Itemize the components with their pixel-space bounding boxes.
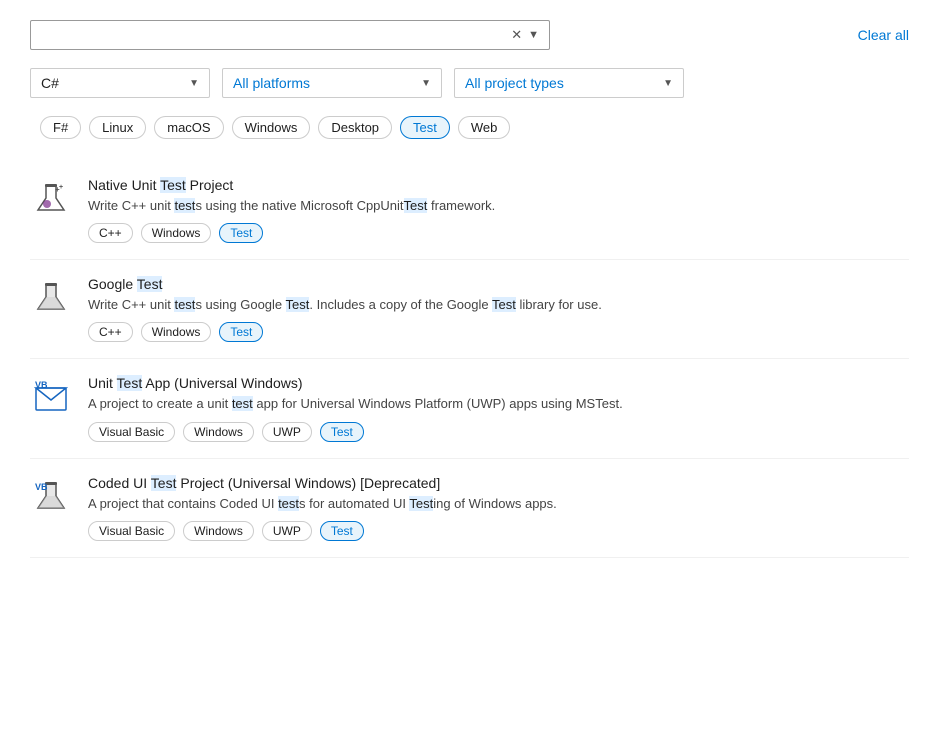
filters-row: C# ▼ All platforms ▼ All project types ▼	[30, 68, 909, 98]
svg-text:VB: VB	[35, 380, 48, 390]
result-desc-google-test: Write C++ unit tests using Google Test. …	[88, 296, 909, 314]
result-item-unit-test-app-uwp[interactable]: VB Unit Test App (Universal Windows) A pr…	[30, 359, 909, 458]
svg-text:+: +	[59, 184, 63, 191]
result-tag-c++[interactable]: C++	[88, 223, 133, 243]
result-title-unit-test-app-uwp: Unit Test App (Universal Windows)	[88, 375, 909, 391]
result-tag-windows[interactable]: Windows	[141, 223, 212, 243]
platforms-filter-arrow: ▼	[421, 78, 431, 89]
result-tag-test[interactable]: Test	[320, 422, 364, 442]
result-tag-windows[interactable]: Windows	[141, 322, 212, 342]
search-input[interactable]: test	[41, 27, 511, 43]
result-content-unit-test-app-uwp: Unit Test App (Universal Windows) A proje…	[88, 375, 909, 441]
result-icon-google-test	[30, 278, 72, 320]
tag-f#[interactable]: F#	[40, 116, 81, 139]
result-tags-native-unit-test: C++ Windows Test	[88, 223, 909, 243]
tag-windows[interactable]: Windows	[232, 116, 311, 139]
language-filter-label: C#	[41, 75, 59, 91]
language-filter-arrow: ▼	[189, 78, 199, 89]
result-tag-visual-basic[interactable]: Visual Basic	[88, 521, 175, 541]
result-icon-unit-test-app-uwp: VB	[30, 377, 72, 419]
result-tag-test[interactable]: Test	[320, 521, 364, 541]
search-box: test ✕ ▼	[30, 20, 550, 50]
svg-text:VB: VB	[35, 482, 48, 492]
project-types-filter[interactable]: All project types ▼	[454, 68, 684, 98]
result-tag-uwp[interactable]: UWP	[262, 422, 312, 442]
result-item-google-test[interactable]: Google Test Write C++ unit tests using Go…	[30, 260, 909, 359]
result-content-coded-ui-test-uwp: Coded UI Test Project (Universal Windows…	[88, 475, 909, 541]
platforms-filter[interactable]: All platforms ▼	[222, 68, 442, 98]
tag-web[interactable]: Web	[458, 116, 511, 139]
result-tag-windows[interactable]: Windows	[183, 422, 254, 442]
result-content-native-unit-test: Native Unit Test Project Write C++ unit t…	[88, 177, 909, 243]
search-icons: ✕ ▼	[511, 27, 539, 43]
result-icon-coded-ui-test-uwp: VB	[30, 477, 72, 519]
platforms-filter-label: All platforms	[233, 75, 310, 91]
top-bar: test ✕ ▼ Clear all	[30, 20, 909, 50]
result-desc-native-unit-test: Write C++ unit tests using the native Mi…	[88, 197, 909, 215]
tag-macos[interactable]: macOS	[154, 116, 223, 139]
project-types-filter-arrow: ▼	[663, 78, 673, 89]
result-tag-test[interactable]: Test	[219, 223, 263, 243]
results-list: + + Native Unit Test Project Write C++ un…	[30, 161, 909, 558]
result-content-google-test: Google Test Write C++ unit tests using Go…	[88, 276, 909, 342]
result-icon-native-unit-test: + +	[30, 179, 72, 221]
result-title-google-test: Google Test	[88, 276, 909, 292]
result-tags-unit-test-app-uwp: Visual Basic Windows UWP Test	[88, 422, 909, 442]
result-tag-uwp[interactable]: UWP	[262, 521, 312, 541]
result-tags-google-test: C++ Windows Test	[88, 322, 909, 342]
tag-linux[interactable]: Linux	[89, 116, 146, 139]
result-title-native-unit-test: Native Unit Test Project	[88, 177, 909, 193]
result-desc-unit-test-app-uwp: A project to create a unit test app for …	[88, 395, 909, 413]
result-tag-test[interactable]: Test	[219, 322, 263, 342]
result-desc-coded-ui-test-uwp: A project that contains Coded UI tests f…	[88, 495, 909, 513]
result-item-native-unit-test[interactable]: + + Native Unit Test Project Write C++ un…	[30, 161, 909, 260]
search-dropdown-icon[interactable]: ▼	[528, 29, 539, 41]
project-types-filter-label: All project types	[465, 75, 564, 91]
clear-all-button[interactable]: Clear all	[858, 27, 909, 43]
result-title-coded-ui-test-uwp: Coded UI Test Project (Universal Windows…	[88, 475, 909, 491]
result-item-coded-ui-test-uwp[interactable]: VB Coded UI Test Project (Universal Wind…	[30, 459, 909, 558]
clear-search-icon[interactable]: ✕	[511, 27, 522, 43]
tags-row: F# Linux macOS Windows Desktop Test Web	[30, 116, 909, 139]
result-tag-c++[interactable]: C++	[88, 322, 133, 342]
tag-test[interactable]: Test	[400, 116, 450, 139]
language-filter[interactable]: C# ▼	[30, 68, 210, 98]
result-tags-coded-ui-test-uwp: Visual Basic Windows UWP Test	[88, 521, 909, 541]
result-tag-windows[interactable]: Windows	[183, 521, 254, 541]
tag-desktop[interactable]: Desktop	[318, 116, 392, 139]
result-tag-visual-basic[interactable]: Visual Basic	[88, 422, 175, 442]
